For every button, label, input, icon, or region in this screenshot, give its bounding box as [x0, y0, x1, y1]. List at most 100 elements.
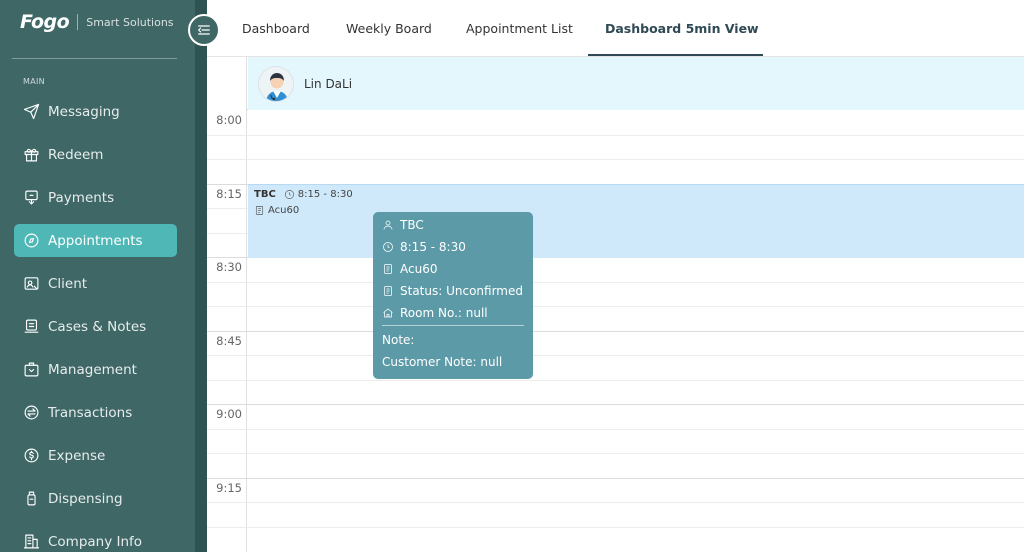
time-label: 8:15 [216, 187, 242, 201]
calendar: Lin DaLi 8:00 8:15 8:30 8:45 9:00 9:15 T… [207, 57, 1024, 552]
tooltip-customer-note: Customer Note: null [382, 355, 503, 369]
sidebar-item-label: Redeem [48, 146, 104, 163]
tooltip-status: Status: Unconfirmed [382, 284, 523, 298]
tab-bar: Dashboard Weekly Board Appointment List … [207, 0, 1024, 57]
sidebar-item-cases-notes[interactable]: Cases & Notes [14, 310, 177, 343]
brand-subtitle: Smart Solutions [86, 15, 174, 29]
time-label: 8:45 [216, 334, 242, 348]
time-label: 8:30 [216, 260, 242, 274]
client-card-icon [22, 275, 40, 293]
document-icon [384, 264, 392, 274]
clock-icon [284, 189, 298, 201]
sidebar-item-redeem[interactable]: Redeem [14, 138, 177, 171]
user-icon [383, 220, 393, 230]
send-icon [22, 103, 40, 121]
sidebar-item-expense[interactable]: Expense [14, 439, 177, 472]
time-label: 9:15 [216, 481, 242, 495]
management-icon [22, 361, 40, 379]
tooltip-note: Note: [382, 333, 415, 347]
sidebar-item-label: Appointments [48, 232, 143, 249]
sidebar-item-dispensing[interactable]: Dispensing [14, 482, 177, 515]
time-gutter-header [207, 57, 247, 110]
building-icon [22, 533, 40, 551]
appointment-event[interactable]: TBC 8:15 - 8:30 Acu60 [248, 184, 1024, 258]
brand[interactable]: Fogo Smart Solutions [20, 10, 174, 34]
sidebar-edge [195, 0, 207, 552]
sidebar-divider [12, 58, 177, 59]
sidebar-item-payments[interactable]: Payments [14, 181, 177, 214]
time-label: 8:00 [216, 113, 242, 127]
tooltip-name: TBC [382, 218, 424, 232]
resource-header[interactable]: Lin DaLi [248, 57, 1024, 110]
sidebar-item-label: Company Info [48, 533, 143, 550]
tooltip-time-text: 8:15 - 8:30 [400, 240, 466, 254]
sidebar-item-label: Messaging [48, 103, 120, 120]
sidebar-item-company-info[interactable]: Company Info [14, 525, 177, 552]
sidebar: Fogo Smart Solutions MAIN Messaging Rede… [0, 0, 195, 552]
payments-icon [22, 189, 40, 207]
sidebar-item-label: Payments [48, 189, 115, 206]
event-service: Acu60 [254, 205, 299, 217]
slot-line [207, 404, 1024, 405]
sidebar-item-label: Client [48, 275, 88, 292]
event-header: TBC 8:15 - 8:30 [254, 189, 353, 201]
sidebar-item-client[interactable]: Client [14, 267, 177, 300]
sidebar-item-appointments[interactable]: Appointments [14, 224, 177, 257]
menu-collapse-icon [197, 25, 210, 35]
time-label: 9:00 [216, 407, 242, 421]
expense-icon [22, 447, 40, 465]
resource-name: Lin DaLi [304, 76, 353, 91]
slot-line [207, 135, 1024, 136]
slot-line [207, 502, 1024, 503]
slot-line [207, 453, 1024, 454]
time-grid: 8:00 8:15 8:30 8:45 9:00 9:15 TBC 8:15 -… [207, 110, 1024, 552]
sidebar-item-label: Dispensing [48, 490, 123, 507]
tab-weekly-board[interactable]: Weekly Board [346, 0, 432, 57]
document-icon [384, 286, 392, 296]
clock-icon [383, 242, 393, 252]
active-tab-indicator [588, 54, 763, 56]
sidebar-item-label: Management [48, 361, 137, 378]
slot-line [207, 282, 1024, 283]
sidebar-section-label: MAIN [23, 77, 45, 86]
tooltip-time: 8:15 - 8:30 [382, 240, 466, 254]
compass-icon [22, 232, 40, 250]
transfer-icon [22, 404, 40, 422]
slot-line [207, 331, 1024, 332]
tooltip-status-text: Status: Unconfirmed [400, 284, 523, 298]
slot-line [207, 159, 1024, 160]
sidebar-collapse-button[interactable] [188, 14, 220, 46]
event-time: 8:15 - 8:30 [284, 189, 353, 201]
event-title: TBC [254, 189, 276, 201]
slot-line [207, 355, 1024, 356]
tab-appointment-list[interactable]: Appointment List [466, 0, 573, 57]
tooltip-service: Acu60 [382, 262, 437, 276]
sidebar-item-messaging[interactable]: Messaging [14, 95, 177, 128]
tooltip-service-text: Acu60 [400, 262, 438, 276]
sidebar-item-transactions[interactable]: Transactions [14, 396, 177, 429]
tooltip-room-text: Room No.: null [400, 306, 488, 320]
event-time-text: 8:15 - 8:30 [297, 189, 353, 201]
sidebar-item-label: Transactions [48, 404, 133, 421]
sidebar-item-label: Cases & Notes [48, 318, 147, 335]
avatar [258, 65, 294, 102]
home-icon [383, 308, 393, 318]
notes-icon [22, 318, 40, 336]
calendar-header: Lin DaLi [207, 57, 1024, 110]
sidebar-item-management[interactable]: Management [14, 353, 177, 386]
tooltip-name-text: TBC [400, 218, 424, 232]
slot-line [207, 380, 1024, 381]
slot-line [207, 429, 1024, 430]
gift-icon [22, 146, 40, 164]
slot-line [207, 527, 1024, 528]
document-icon [254, 205, 268, 217]
tab-dashboard[interactable]: Dashboard [242, 0, 310, 57]
slot-line [207, 478, 1024, 479]
tab-dashboard-5min-view[interactable]: Dashboard 5min View [605, 0, 759, 57]
brand-logo: Fogo [20, 11, 70, 33]
appointment-tooltip: TBC 8:15 - 8:30 Acu60 Status: Unconfirme… [373, 212, 533, 379]
sidebar-item-label: Expense [48, 447, 106, 464]
brand-separator [77, 14, 79, 30]
tooltip-divider [382, 325, 524, 326]
tooltip-room: Room No.: null [382, 306, 488, 320]
